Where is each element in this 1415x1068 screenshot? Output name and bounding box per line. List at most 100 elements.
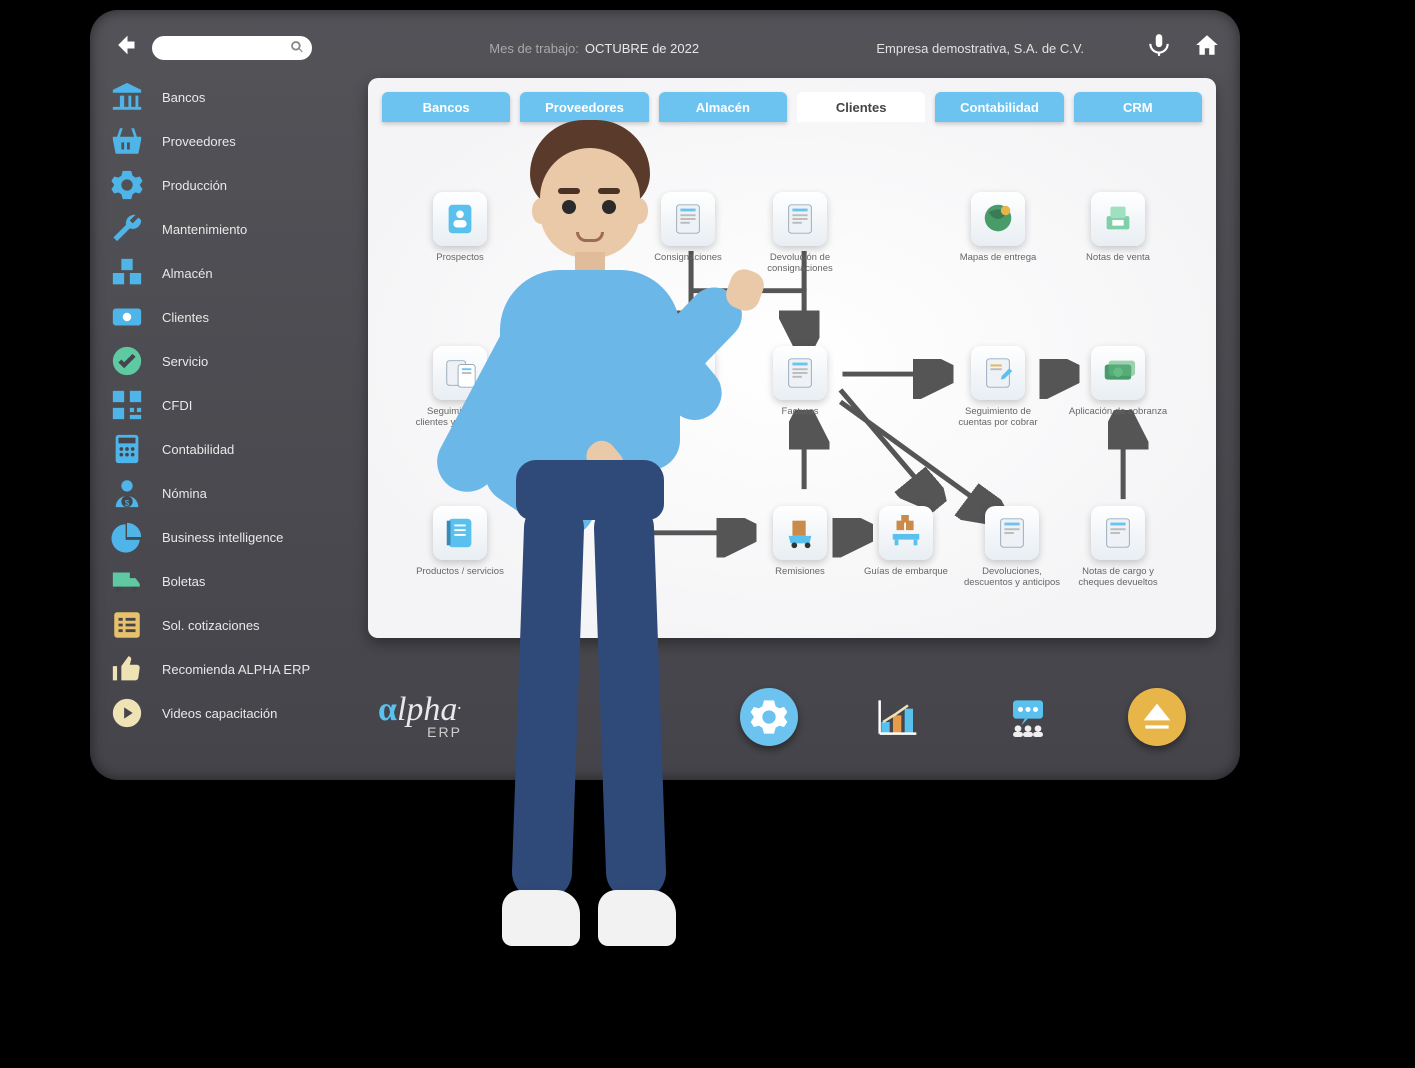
tab-crm[interactable]: CRM xyxy=(1074,92,1202,122)
sidebar-item-basket[interactable]: Proveedores xyxy=(110,122,350,160)
flow-node-devoluciones[interactable]: Devoluciones, descuentos y anticipos xyxy=(962,506,1062,589)
tab-contabilidad[interactable]: Contabilidad xyxy=(935,92,1063,122)
flow-node-seg-clientes[interactable]: Seguimiento de clientes y prospectos xyxy=(410,346,510,429)
sidebar-item-label: Sol. cotizaciones xyxy=(162,618,260,633)
top-bar: Mes de trabajo: OCTUBRE de 2022 Empresa … xyxy=(110,28,1220,68)
bottom-bar: αalphalpha. ERP xyxy=(368,672,1216,762)
flow-node-guias[interactable]: Guías de embarque xyxy=(856,506,956,577)
flow-node-consignaciones[interactable]: Consignaciones xyxy=(638,192,738,263)
globe-icon xyxy=(971,192,1025,246)
sidebar-item-check[interactable]: Servicio xyxy=(110,342,350,380)
flow-node-label: Devolución de consignaciones xyxy=(750,252,850,275)
flow-node-label: Pedidos xyxy=(638,406,738,417)
doc-icon xyxy=(661,192,715,246)
doclist-icon xyxy=(433,346,487,400)
sidebar-item-payroll[interactable]: $ Nómina xyxy=(110,474,350,512)
calculator-icon xyxy=(110,432,144,466)
sidebar-item-checklist[interactable]: Sol. cotizaciones xyxy=(110,606,350,644)
flow-node-label: Mapas de entrega xyxy=(948,252,1048,263)
tab-almacén[interactable]: Almacén xyxy=(659,92,787,122)
payroll-icon: $ xyxy=(110,476,144,510)
sidebar-item-cash[interactable]: Clientes xyxy=(110,298,350,336)
settings-button[interactable] xyxy=(740,688,798,746)
checklist-icon xyxy=(110,608,144,642)
money-icon xyxy=(1091,346,1145,400)
reports-button[interactable] xyxy=(868,687,928,747)
work-month: Mes de trabajo: OCTUBRE de 2022 xyxy=(326,41,862,56)
boxes-icon xyxy=(110,256,144,290)
flow-node-label: Prospectos xyxy=(410,252,510,263)
gear-icon xyxy=(110,168,144,202)
flow-node-prospectos[interactable]: Prospectos xyxy=(410,192,510,263)
docback-icon xyxy=(985,506,1039,560)
sidebar-item-wrench[interactable]: Mantenimiento xyxy=(110,210,350,248)
sidebar-item-label: Contabilidad xyxy=(162,442,234,457)
work-month-value: OCTUBRE de 2022 xyxy=(585,41,699,56)
sidebar-item-gear[interactable]: Producción xyxy=(110,166,350,204)
company-name: Empresa demostrativa, S.A. de C.V. xyxy=(876,41,1084,56)
flow-canvas: Prospectos Consignaciones Devolución de … xyxy=(368,122,1216,638)
sidebar-item-label: Mantenimiento xyxy=(162,222,247,237)
sidebar-item-label: Producción xyxy=(162,178,227,193)
sidebar-item-label: Bancos xyxy=(162,90,205,105)
tab-proveedores[interactable]: Proveedores xyxy=(520,92,648,122)
sidebar-item-label: CFDI xyxy=(162,398,192,413)
docback-icon xyxy=(1091,506,1145,560)
eject-button[interactable] xyxy=(1128,688,1186,746)
register-icon xyxy=(1091,192,1145,246)
product-logo: αalphalpha. ERP xyxy=(378,695,462,738)
flow-node-productos[interactable]: Productos / servicios xyxy=(410,506,510,577)
main-panel: Bancos Proveedores Almacén Clientes Contabil… xyxy=(368,78,1216,638)
mic-button[interactable] xyxy=(1146,32,1172,64)
flow-node-label: Notas de venta xyxy=(1068,252,1168,263)
flow-node-label: Facturas xyxy=(750,406,850,417)
app-window: Mes de trabajo: OCTUBRE de 2022 Empresa … xyxy=(90,10,1240,780)
flow-node-mapas[interactable]: Mapas de entrega xyxy=(948,192,1048,263)
flow-node-notascargo[interactable]: Notas de cargo y cheques devueltos xyxy=(1068,506,1168,589)
sidebar-item-label: Nómina xyxy=(162,486,207,501)
wrench-icon xyxy=(110,212,144,246)
sidebar-item-label: Videos capacitación xyxy=(162,706,277,721)
sidebar-item-piechart[interactable]: Business intelligence xyxy=(110,518,350,556)
flow-node-pedidos[interactable]: Pedidos xyxy=(638,346,738,417)
flow-node-label: Productos / servicios xyxy=(410,566,510,577)
truck-icon xyxy=(110,564,144,598)
module-tabs: Bancos Proveedores Almacén Clientes Contabil… xyxy=(368,78,1216,122)
search-input[interactable] xyxy=(152,36,312,60)
flow-node-facturas[interactable]: Facturas xyxy=(750,346,850,417)
sidebar-item-boxes[interactable]: Almacén xyxy=(110,254,350,292)
flow-node-dev-consig[interactable]: Devolución de consignaciones xyxy=(750,192,850,275)
sidebar-item-truck[interactable]: Boletas xyxy=(110,562,350,600)
barcode-icon xyxy=(110,388,144,422)
sidebar-item-play[interactable]: Videos capacitación xyxy=(110,694,350,732)
community-button[interactable] xyxy=(998,687,1058,747)
sidebar-item-thumbsup[interactable]: Recomienda ALPHA ERP xyxy=(110,650,350,688)
piechart-icon xyxy=(110,520,144,554)
flow-node-aplic-cobranza[interactable]: Aplicación de cobranza xyxy=(1068,346,1168,417)
sidebar-item-label: Boletas xyxy=(162,574,205,589)
home-button[interactable] xyxy=(1194,32,1220,64)
sidebar-item-barcode[interactable]: CFDI xyxy=(110,386,350,424)
sidebar-item-label: Proveedores xyxy=(162,134,236,149)
flow-node-label: Seguimiento de cuentas por cobrar xyxy=(948,406,1048,429)
sidebar-item-label: Clientes xyxy=(162,310,209,325)
work-month-label: Mes de trabajo: xyxy=(489,41,579,56)
tab-bancos[interactable]: Bancos xyxy=(382,92,510,122)
flow-node-seg-cxc[interactable]: Seguimiento de cuentas por cobrar xyxy=(948,346,1048,429)
flow-node-label: Remisiones xyxy=(750,566,850,577)
sidebar-item-label: Almacén xyxy=(162,266,213,281)
flow-node-notasventa[interactable]: Notas de venta xyxy=(1068,192,1168,263)
note-icon xyxy=(433,506,487,560)
flow-node-label: Devoluciones, descuentos y anticipos xyxy=(962,566,1062,589)
sidebar-item-calculator[interactable]: Contabilidad xyxy=(110,430,350,468)
sidebar-item-bank[interactable]: Bancos xyxy=(110,78,350,116)
back-button[interactable] xyxy=(110,31,138,66)
flow-node-label: Seguimiento de clientes y prospectos xyxy=(410,406,510,429)
tab-clientes[interactable]: Clientes xyxy=(797,92,925,122)
sidebar-item-label: Business intelligence xyxy=(162,530,283,545)
flow-node-remisiones[interactable]: Remisiones xyxy=(750,506,850,577)
cash-icon xyxy=(110,300,144,334)
sidebar: Bancos Proveedores Producción Mantenimie… xyxy=(110,78,350,732)
sidebar-item-label: Recomienda ALPHA ERP xyxy=(162,662,310,677)
search-icon xyxy=(290,40,304,57)
